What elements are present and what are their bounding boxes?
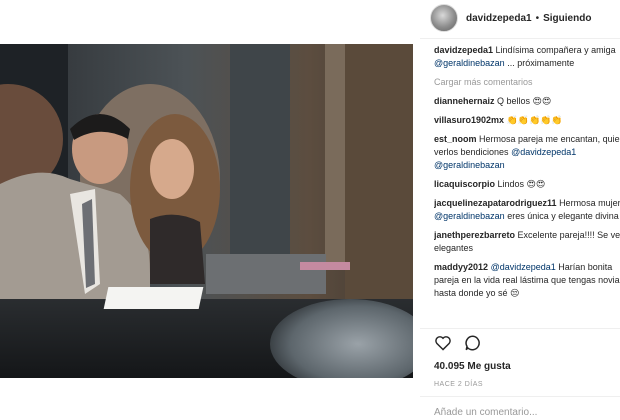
caption-mention[interactable]: @geraldinebazan <box>434 58 505 68</box>
comment-username[interactable]: jacquelinezapatarodriguez11 <box>434 198 557 208</box>
header-username[interactable]: davidzepeda1 <box>466 12 532 25</box>
post-timestamp: HACE 2 DÍAS <box>434 381 484 388</box>
comment-mention[interactable]: @geraldinebazan <box>434 160 505 170</box>
post-header: davidzepeda1 • Siguiendo <box>430 4 620 32</box>
list-item: est_noom Hermosa pareja me encantan, qui… <box>434 133 620 172</box>
comment-text: Q bellos 😍😍 <box>497 96 552 106</box>
comments-list: davidzepeda1 Lindísima compañera y amiga… <box>434 44 620 306</box>
avatar[interactable] <box>430 4 458 32</box>
comment-username[interactable]: est_noom <box>434 134 477 144</box>
comment-mention[interactable]: @geraldinebazan <box>434 211 505 221</box>
heart-icon[interactable] <box>434 335 452 355</box>
post-side-panel: davidzepeda1 • Siguiendo davidzepeda1 Li… <box>420 0 620 420</box>
comment-text: Lindos 😍😍 <box>497 179 546 189</box>
list-item: maddyy2012 @davidzepeda1 Harían bonita p… <box>434 261 620 300</box>
list-item: villasuro1902mx 👏👏👏👏👏 <box>434 114 620 127</box>
comment-username[interactable]: janethperezbarreto <box>434 230 515 240</box>
load-more-comments-link[interactable]: Cargar más comentarios <box>434 76 620 89</box>
comment-username[interactable]: villasuro1902mx <box>434 115 504 125</box>
actions-divider <box>420 328 620 329</box>
photo-illustration <box>0 44 413 378</box>
separator-dot: • <box>535 12 540 24</box>
comment-text: 👏👏👏👏👏 <box>506 115 563 125</box>
comment-icon[interactable] <box>464 334 482 356</box>
post-actions <box>434 334 482 356</box>
list-item: diannehernaiz Q bellos 😍😍 <box>434 95 620 108</box>
comment-text: Hermosa mujer <box>559 198 620 208</box>
list-item: jacquelinezapatarodriguez11 Hermosa muje… <box>434 197 620 223</box>
comment-text-end: eres única y elegante divina <box>507 211 619 221</box>
follow-status-button[interactable]: Siguiendo <box>543 12 591 25</box>
list-item: janethperezbarreto Excelente pareja!!!! … <box>434 229 620 255</box>
comment-username[interactable]: licaquiscorpio <box>434 179 495 189</box>
comment-username[interactable]: maddyy2012 <box>434 262 488 272</box>
caption-username[interactable]: davidzepeda1 <box>434 45 493 55</box>
caption: davidzepeda1 Lindísima compañera y amiga… <box>434 44 620 70</box>
list-item: licaquiscorpio Lindos 😍😍 <box>434 178 620 191</box>
add-comment-input[interactable]: Añade un comentario... <box>434 406 537 419</box>
post-photo[interactable] <box>0 44 413 378</box>
comment-username[interactable]: diannehernaiz <box>434 96 495 106</box>
comment-mention[interactable]: @davidzepeda1 <box>511 147 576 157</box>
likes-count[interactable]: 40.095 Me gusta <box>434 360 511 373</box>
caption-text-end: ... próximamente <box>507 58 575 68</box>
caption-text: Lindísima compañera y amiga <box>495 45 616 55</box>
comment-input-divider <box>420 396 620 397</box>
header-divider <box>420 38 620 39</box>
comment-mention[interactable]: @davidzepeda1 <box>491 262 556 272</box>
